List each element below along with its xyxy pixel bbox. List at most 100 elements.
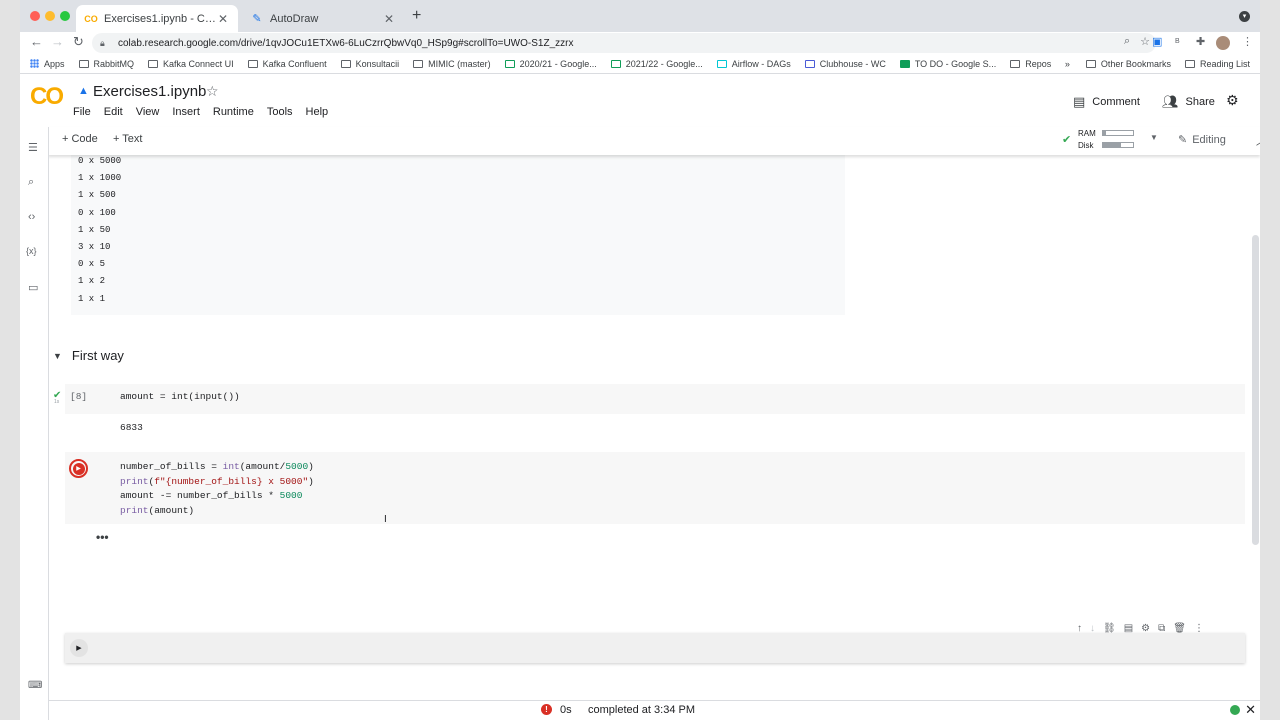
bookmark-item[interactable]: TO DO - Google S... (899, 59, 996, 69)
variables-icon[interactable]: {x} (26, 246, 37, 256)
collapse-caret-icon[interactable]: ▼ (53, 351, 62, 361)
editing-mode-button[interactable]: ✎ Editing (1178, 133, 1226, 147)
menu-insert[interactable]: Insert (172, 106, 200, 118)
bookmark-item[interactable]: RabbitMQ (78, 59, 134, 69)
code-line[interactable]: print(f"{number_of_bills} x 5000") (120, 475, 314, 490)
tab-title: AutoDraw (270, 12, 319, 25)
bookmark-item[interactable]: MIMIC (master) (413, 59, 491, 69)
code-cell-running[interactable]: ▶ number_of_bills = int(amount/5000) prin… (65, 452, 1245, 524)
code-editor[interactable]: number_of_bills = int(amount/5000) print(… (120, 460, 314, 518)
lock-icon: 🔒︎ (100, 37, 105, 48)
clubhouse-icon (804, 59, 815, 68)
extensions-puzzle-icon[interactable]: ✚ (1196, 35, 1205, 48)
add-text-button[interactable]: + Text (113, 133, 142, 145)
bookmark-item[interactable]: 2021/22 - Google... (610, 59, 703, 69)
cell-settings-icon[interactable]: ⚙ (1141, 623, 1150, 634)
bookmark-item[interactable]: Konsultacii (340, 59, 399, 69)
star-icon[interactable]: ☆ (206, 83, 219, 100)
section-heading[interactable]: ▼ First way (53, 348, 124, 363)
move-up-icon[interactable]: ↑ (1077, 623, 1082, 634)
connected-check-icon: ✔ (1062, 134, 1072, 146)
bookmark-star-icon[interactable]: ☆ (1140, 35, 1150, 48)
empty-code-cell[interactable]: ▶ (65, 633, 1245, 663)
table-of-contents-icon[interactable]: ☰ (28, 141, 38, 154)
pencil-icon: ✎ (1178, 134, 1188, 146)
folder-icon (1010, 59, 1021, 68)
left-margin (0, 0, 20, 720)
bookmark-item[interactable]: Airflow - DAGs (716, 59, 791, 69)
new-tab-icon[interactable]: + (412, 7, 421, 25)
extension-b-icon[interactable]: B (1175, 38, 1180, 45)
keyboard-icon[interactable]: ⌨ (28, 680, 42, 691)
notebook-title[interactable]: Exercises1.ipynb (93, 83, 206, 100)
reload-icon[interactable]: ↻ (73, 34, 84, 50)
other-bookmarks[interactable]: Other Bookmarks (1085, 59, 1171, 69)
move-down-icon[interactable]: ↓ (1090, 623, 1095, 634)
resources-dropdown-icon[interactable]: ▼ (1150, 133, 1158, 142)
stop-icon: ▶ (72, 462, 85, 475)
scrollbar-thumb[interactable] (1252, 235, 1259, 545)
link-icon[interactable]: ⛓︎ (1103, 623, 1116, 634)
code-line[interactable]: amount -= number_of_bills * 5000 (120, 489, 314, 504)
code-cell[interactable]: ✔ 1s [8] amount = int(input()) (53, 384, 1245, 414)
close-status-icon[interactable]: ✕ (1245, 702, 1256, 718)
bookmarks-bar: Apps RabbitMQ Kafka Connect UI Kafka Con… (20, 54, 1260, 74)
cell-toolbar: ↑ ↓ ⛓︎ ▤ ⚙ ⧉ 🗑︎ ⋮ (1077, 623, 1204, 634)
resource-labels[interactable]: RAM Disk (1078, 128, 1096, 152)
profile-avatar[interactable] (1216, 36, 1230, 50)
menu-help[interactable]: Help (306, 106, 329, 118)
code-snippets-icon[interactable]: ‹› (28, 211, 35, 223)
extension-icon[interactable]: ▣ (1152, 35, 1162, 48)
bookmark-item[interactable]: 2020/21 - Google... (504, 59, 597, 69)
forward-icon[interactable]: → (51, 34, 64, 49)
code-line[interactable]: number_of_bills = int(amount/5000) (120, 460, 314, 475)
reading-list[interactable]: Reading List (1184, 59, 1250, 69)
address-bar[interactable]: 🔒︎ colab.research.google.com/drive/1qvJO… (92, 33, 1156, 53)
execution-count: [8] (70, 391, 88, 402)
comment-icon[interactable]: ▤ (1124, 623, 1133, 634)
back-icon[interactable]: ← (30, 34, 43, 49)
error-icon[interactable]: ! (541, 704, 552, 715)
settings-gear-icon[interactable]: ⚙ (1226, 92, 1239, 109)
more-options-icon[interactable]: ⋮ (1194, 623, 1204, 634)
mirror-cell-icon[interactable]: ⧉ (1158, 623, 1165, 634)
share-button[interactable]: 👥︎ Share (1162, 94, 1215, 110)
comment-button[interactable]: ▤ Comment (1073, 94, 1140, 110)
minimize-window-button[interactable] (45, 11, 55, 21)
menu-tools[interactable]: Tools (267, 106, 293, 118)
code-line[interactable]: amount = int(input()) (120, 391, 240, 402)
drive-icon[interactable]: ▲ (78, 85, 89, 97)
tab-colab[interactable]: CO Exercises1.ipynb - Colaboratory ✕ (76, 5, 238, 32)
tab-close-icon[interactable]: ✕ (382, 12, 396, 26)
tab-search-icon[interactable]: ▾ (1239, 11, 1250, 22)
search-icon[interactable]: ⌕ (28, 176, 34, 189)
bookmark-item[interactable]: Repos (1010, 59, 1051, 69)
close-window-button[interactable] (30, 11, 40, 21)
bookmark-item[interactable]: Kafka Connect UI (148, 59, 234, 69)
left-rail: ☰ ⌕ ‹› {x} ▭ (20, 127, 49, 720)
menu-runtime[interactable]: Runtime (213, 106, 254, 118)
bookmark-item[interactable]: Kafka Confluent (247, 59, 327, 69)
delete-icon[interactable]: 🗑︎ (1173, 623, 1186, 634)
browser-menu-icon[interactable]: ⋮ (1242, 35, 1253, 48)
menu-view[interactable]: View (136, 106, 160, 118)
maximize-window-button[interactable] (60, 11, 70, 21)
zoom-icon[interactable]: ⌕ (1124, 35, 1130, 48)
menu-edit[interactable]: Edit (104, 106, 123, 118)
run-cell-button[interactable]: ▶ (70, 639, 88, 657)
output-line: 1 x 50 (78, 224, 111, 235)
output-line: 1 x 2 (78, 276, 106, 287)
bookmarks-overflow-icon[interactable]: » (1065, 59, 1070, 69)
menu-file[interactable]: File (73, 106, 91, 118)
folder-icon (1085, 60, 1096, 68)
bookmark-item[interactable]: Clubhouse - WC (804, 59, 886, 69)
add-code-button[interactable]: + Code (62, 133, 98, 145)
colab-logo[interactable]: CO (30, 83, 64, 111)
interrupt-execution-button[interactable]: ▶ (69, 459, 88, 478)
tab-close-icon[interactable]: ✕ (216, 12, 230, 26)
code-line[interactable]: print(amount) (120, 504, 314, 519)
bookmark-item[interactable]: Apps (30, 59, 65, 69)
files-folder-icon[interactable]: ▭ (28, 281, 38, 294)
tab-autodraw[interactable]: ✎ AutoDraw ✕ (242, 5, 404, 32)
collapse-header-icon[interactable]: ︿ (1256, 133, 1260, 148)
